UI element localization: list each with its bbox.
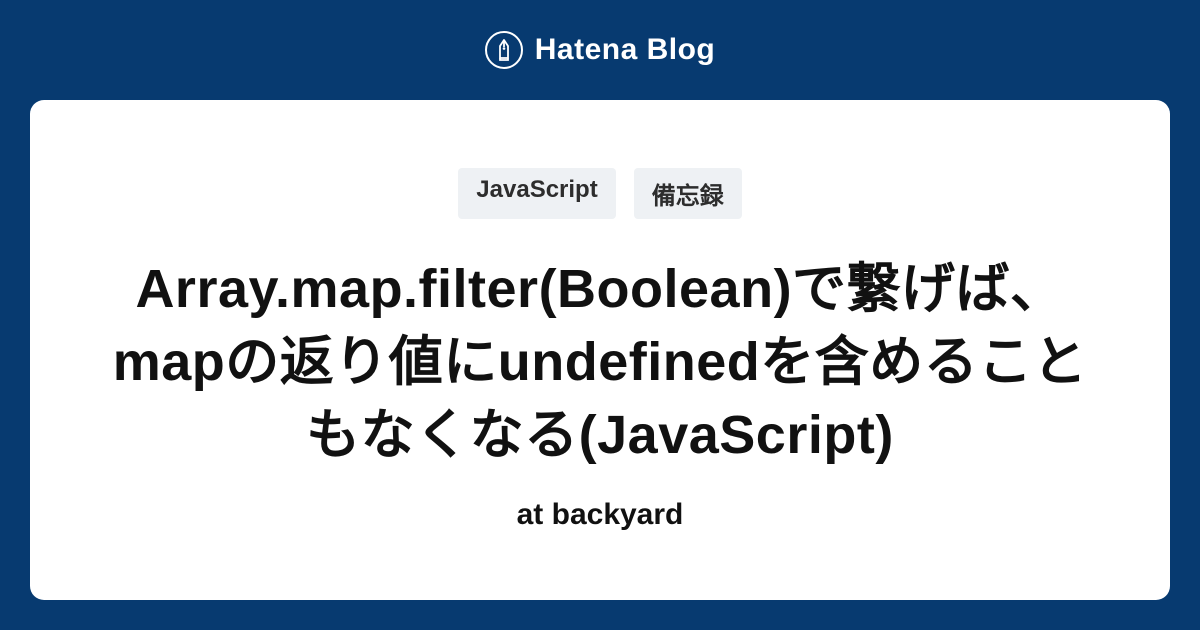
blog-name: at backyard <box>517 498 684 532</box>
tag-list: JavaScript 備忘録 <box>458 168 741 219</box>
tag-item: JavaScript <box>458 168 615 219</box>
brand-text: Hatena Blog <box>535 33 716 67</box>
article-card: JavaScript 備忘録 Array.map.filter(Boolean)… <box>30 100 1170 600</box>
tag-item: 備忘録 <box>634 168 742 219</box>
brand-logo-wrap: Hatena Blog <box>485 31 716 69</box>
pen-icon <box>485 31 523 69</box>
article-title: Array.map.filter(Boolean)で繋げば、mapの返り値にun… <box>90 253 1110 472</box>
brand-header: Hatena Blog <box>485 0 716 100</box>
